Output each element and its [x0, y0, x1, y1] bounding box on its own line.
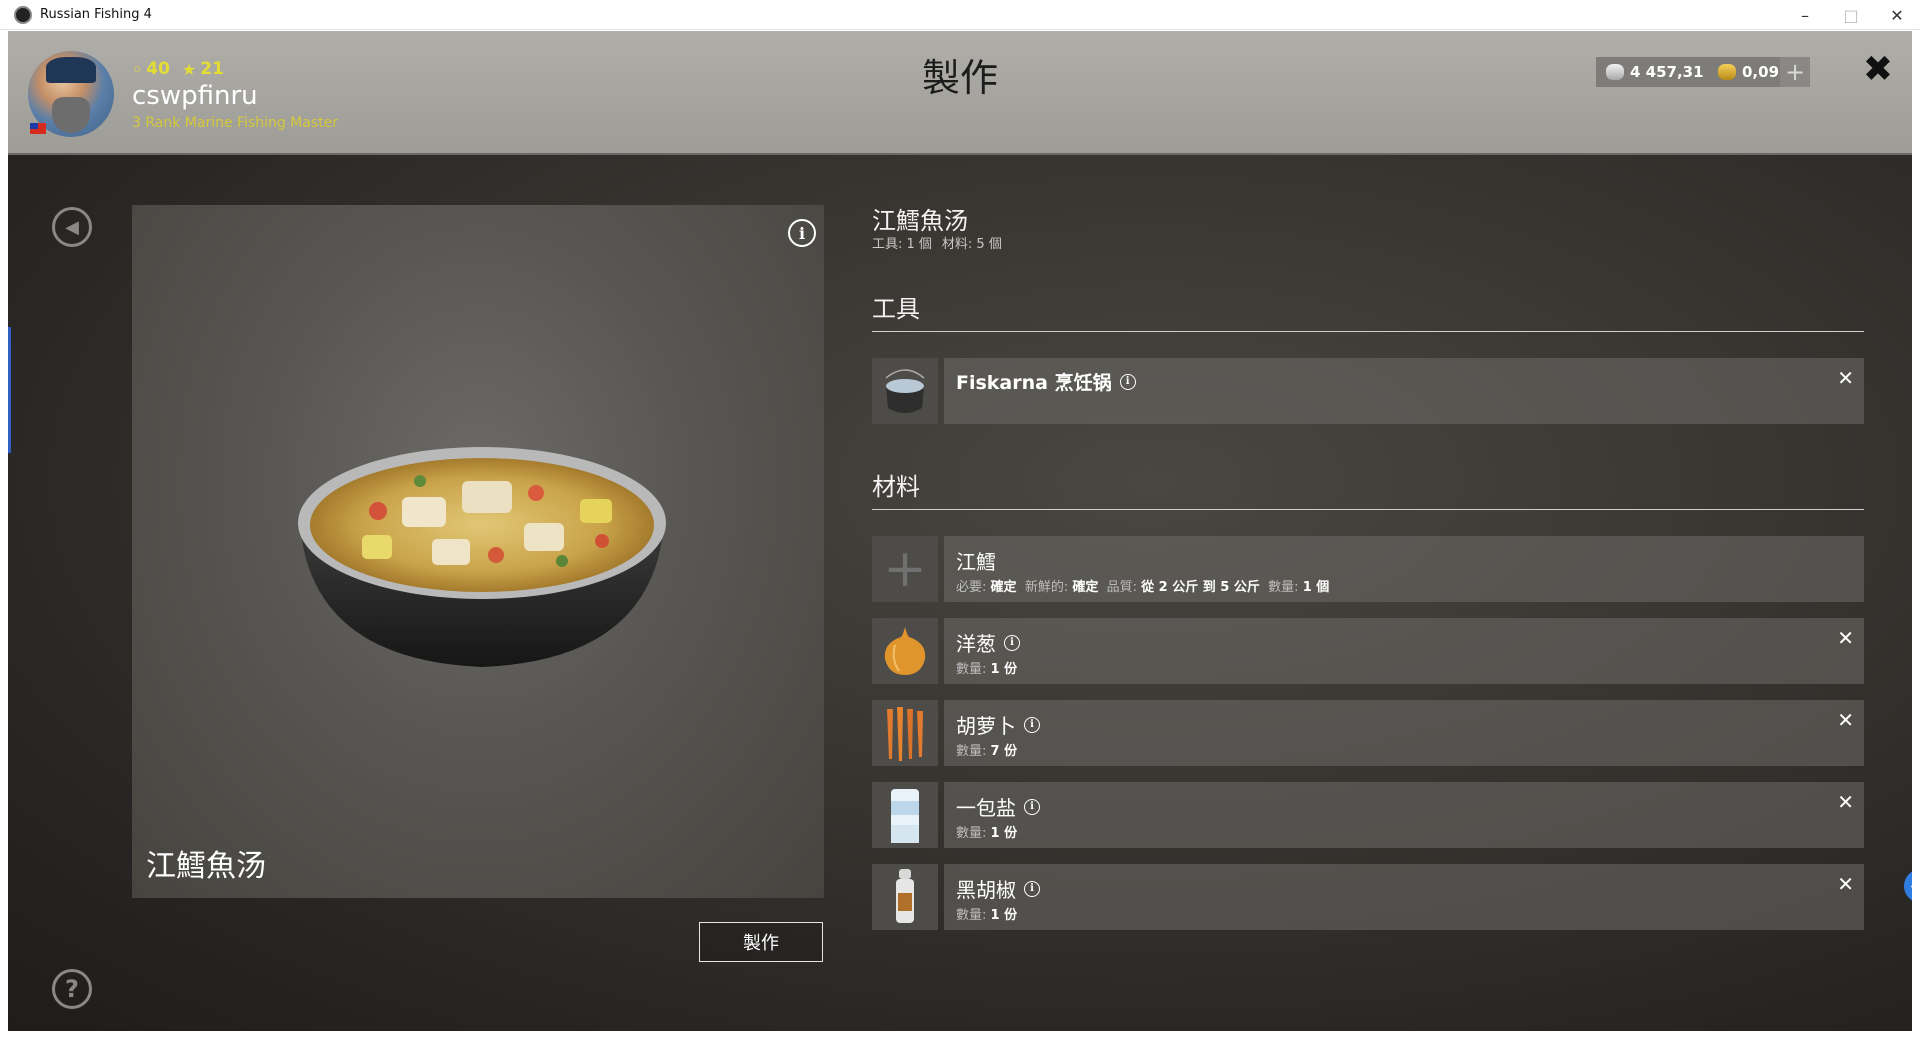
info-icon[interactable]: i [1119, 373, 1136, 390]
close-icon[interactable]: ✖ [1858, 49, 1898, 90]
material-row-body: 江鱈 必要: 確定 新鮮的: 確定 品質: 從 2 公斤 到 5 公斤 數量: … [944, 536, 1864, 602]
edge-indicator [8, 327, 11, 453]
material-name: 洋葱 [956, 632, 996, 656]
material-name-wrap: 一包盐 i [956, 792, 1040, 821]
material-row-body: 洋葱 i 數量: 1 份 ✕ [944, 618, 1864, 684]
materials-count: 材料: 5 個 [941, 237, 1002, 252]
soup-bowl-image [298, 447, 666, 667]
material-name: 胡萝卜 [956, 714, 1016, 738]
fresh-label: 新鮮的: [1024, 580, 1069, 595]
qty-value: 7 份 [990, 744, 1018, 759]
app-window: Russian Fishing 4 – □ ✕ ◦ 40 ★ 21 cswpfi… [0, 0, 1920, 1039]
help-icon[interactable]: ? [52, 969, 92, 1009]
back-button[interactable]: ◀ [52, 207, 92, 247]
window-titlebar: Russian Fishing 4 – □ ✕ [0, 0, 1920, 30]
add-fish-icon[interactable]: + [872, 536, 938, 602]
material-row-burbot[interactable]: + 江鱈 必要: 確定 新鮮的: 確定 品質: 從 2 公斤 到 5 公斤 數量… [872, 536, 1864, 602]
dish-name: 江鱈魚汤 [146, 849, 266, 884]
quality-value: 從 2 公斤 到 5 公斤 [1141, 580, 1260, 595]
materials-section-title: 材料 [872, 473, 920, 501]
gold-value: 0,09 [1742, 63, 1780, 81]
add-currency-button[interactable]: + [1780, 57, 1810, 87]
materials-divider [872, 509, 1864, 510]
window-controls: – □ ✕ [1782, 0, 1920, 30]
remove-material-button[interactable]: ✕ [1837, 708, 1854, 732]
material-row-body: 一包盐 i 數量: 1 份 ✕ [944, 782, 1864, 848]
info-icon[interactable]: i [1004, 634, 1020, 651]
silver-value: 4 457,31 [1630, 63, 1704, 81]
material-qty: 數量: 1 份 [956, 822, 1017, 841]
info-icon[interactable]: i [1024, 880, 1040, 897]
player-rank: 3 Rank Marine Fishing Master [132, 115, 339, 131]
country-flag-icon [30, 123, 46, 134]
tools-divider [872, 331, 1864, 332]
required-value: 確定 [990, 580, 1017, 595]
info-icon[interactable]: i [788, 219, 816, 247]
tools-section-title: 工具 [872, 295, 920, 323]
material-name: 江鱈 [956, 550, 996, 574]
material-name-wrap: 胡萝卜 i [956, 710, 1040, 739]
craft-button[interactable]: 製作 [699, 922, 823, 962]
maximize-button[interactable]: □ [1828, 0, 1874, 30]
fresh-value: 確定 [1072, 580, 1099, 595]
tool-row-body: Fiskarna 烹饪锅 i ✕ [944, 358, 1864, 424]
silver-balance: 4 457,31 [1596, 57, 1714, 87]
material-row-pepper[interactable]: 黑胡椒 i 數量: 1 份 ✕ [872, 864, 1864, 930]
material-name: 黑胡椒 [956, 878, 1016, 902]
gold-balance: 0,09 [1708, 57, 1790, 87]
pepper-icon [872, 864, 938, 930]
quality-label: 品質: [1106, 580, 1138, 595]
material-name: 一包盐 [956, 796, 1016, 820]
salt-icon [872, 782, 938, 848]
qty-value: 1 份 [990, 662, 1018, 677]
avatar-beard [52, 97, 90, 133]
game-viewport: ◦ 40 ★ 21 cswpfinru 3 Rank Marine Fishin… [8, 31, 1912, 1031]
required-label: 必要: [956, 580, 987, 595]
app-icon [14, 5, 32, 24]
dish-preview: i 江鱈魚汤 [132, 205, 824, 898]
gold-coin-icon [1718, 64, 1736, 80]
tool-name-wrap: Fiskarna 烹饪锅 i [956, 368, 1136, 395]
qty-label: 數量: [956, 662, 987, 677]
recipe-summary: 工具: 1 個 材料: 5 個 [872, 233, 1002, 252]
silver-coin-icon [1606, 64, 1624, 80]
material-name-wrap: 黑胡椒 i [956, 874, 1040, 903]
qty-value: 1 個 [1302, 580, 1330, 595]
qty-label: 數量: [956, 908, 987, 923]
onion-icon [872, 618, 938, 684]
material-name-wrap: 洋葱 i [956, 628, 1020, 657]
tool-row[interactable]: Fiskarna 烹饪锅 i ✕ [872, 358, 1864, 424]
back-arrow-icon: ◀ [65, 216, 79, 238]
recipe-title: 江鱈魚汤 [872, 207, 968, 235]
material-qty: 數量: 1 份 [956, 658, 1017, 677]
carrot-icon [872, 700, 938, 766]
remove-material-button[interactable]: ✕ [1837, 872, 1854, 896]
info-icon[interactable]: i [1024, 798, 1040, 815]
material-row-body: 胡萝卜 i 數量: 7 份 ✕ [944, 700, 1864, 766]
chevron-left-icon[interactable]: ❮ [1904, 869, 1912, 903]
material-qty: 數量: 7 份 [956, 740, 1017, 759]
material-row-onion[interactable]: 洋葱 i 數量: 1 份 ✕ [872, 618, 1864, 684]
qty-label: 數量: [956, 744, 987, 759]
qty-label: 數量: [956, 826, 987, 841]
material-qty: 數量: 1 份 [956, 904, 1017, 923]
close-window-button[interactable]: ✕ [1874, 0, 1920, 30]
remove-material-button[interactable]: ✕ [1837, 790, 1854, 814]
top-header: ◦ 40 ★ 21 cswpfinru 3 Rank Marine Fishin… [8, 31, 1912, 155]
qty-value: 1 份 [990, 826, 1018, 841]
qty-value: 1 份 [990, 908, 1018, 923]
material-row-body: 黑胡椒 i 數量: 1 份 ✕ [944, 864, 1864, 930]
remove-tool-button[interactable]: ✕ [1837, 366, 1854, 390]
pot-icon [872, 358, 938, 424]
minimize-button[interactable]: – [1782, 0, 1828, 30]
tool-name: Fiskarna 烹饪锅 [956, 372, 1112, 394]
info-icon[interactable]: i [1024, 716, 1040, 733]
remove-material-button[interactable]: ✕ [1837, 626, 1854, 650]
material-row-salt[interactable]: 一包盐 i 數量: 1 份 ✕ [872, 782, 1864, 848]
material-row-carrot[interactable]: 胡萝卜 i 數量: 7 份 ✕ [872, 700, 1864, 766]
qty-label: 數量: [1268, 580, 1299, 595]
window-title: Russian Fishing 4 [40, 7, 152, 22]
material-requirements: 必要: 確定 新鮮的: 確定 品質: 從 2 公斤 到 5 公斤 數量: 1 個 [956, 576, 1329, 595]
tools-count: 工具: 1 個 [872, 237, 932, 252]
